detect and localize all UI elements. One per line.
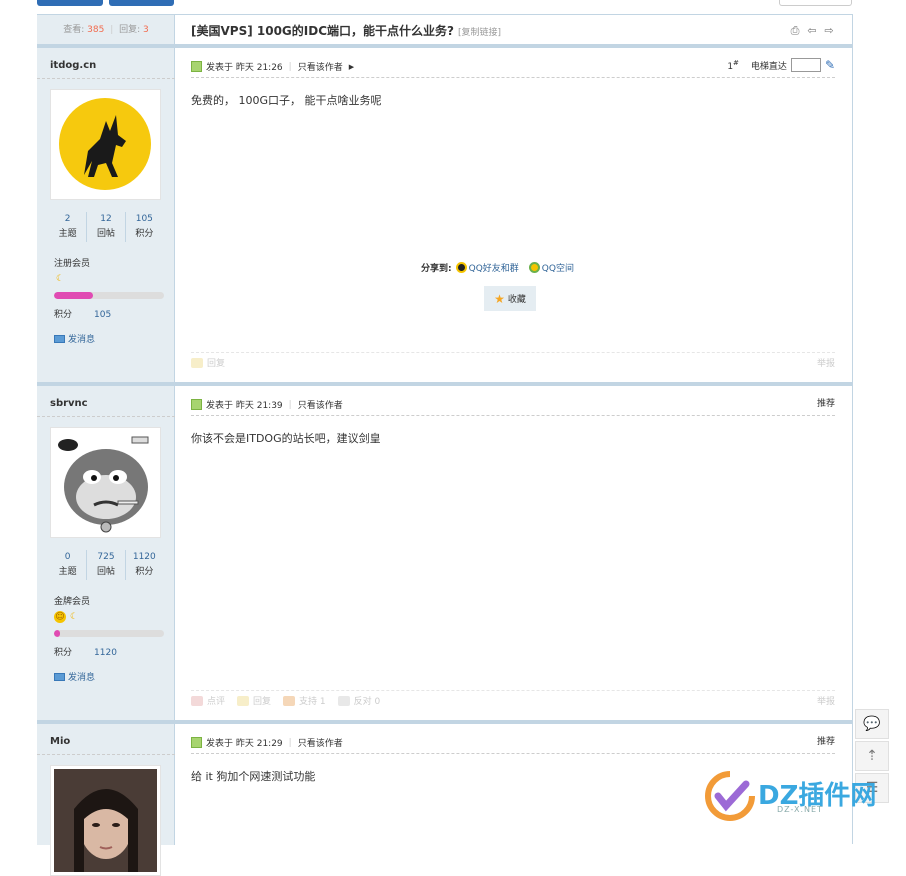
avatar[interactable] (50, 427, 161, 538)
recommend-link[interactable]: 推荐 (817, 396, 835, 409)
group-progress (54, 630, 164, 637)
send-message-link[interactable]: 发消息 (54, 332, 95, 345)
send-message-link[interactable]: 发消息 (54, 670, 95, 683)
rate-icon (191, 695, 203, 706)
report-link[interactable]: 举报 (817, 356, 835, 369)
post-meta: 发表于 昨天 21:39 | 只看该作者 推荐 (191, 396, 835, 416)
share-bar: 分享到: QQ好友和群 QQ空间 (421, 261, 574, 274)
replies-count: 3 (143, 25, 149, 35)
post-time: 发表于 昨天 21:39 (206, 401, 283, 411)
post-meta: 发表于 昨天 21:26 | 只看该作者 ▶ 1# 电梯直达 ✎ (191, 58, 835, 78)
post-author: Mio (37, 728, 175, 876)
oppose-button[interactable]: 反对 0 (337, 694, 380, 707)
post-time: 发表于 昨天 21:29 (206, 739, 283, 749)
star-icon: ★ (494, 291, 505, 306)
points: 积分 1120 (54, 648, 117, 658)
thumb-up-icon (283, 695, 296, 706)
print-icon[interactable]: ⎙ (789, 25, 801, 36)
floor-jump-input[interactable] (790, 58, 821, 72)
post-meta: 发表于 昨天 21:29 | 只看该作者 推荐 (191, 734, 835, 754)
post-message: 你该不会是ITDOG的站长吧，建议剑皇 (191, 432, 381, 445)
sun-icon: ☺ (54, 611, 66, 623)
watermark-logo: DZ插件网 DZ-X.NET (704, 767, 900, 825)
floor-number[interactable]: 1# (727, 59, 739, 72)
post-message: 免费的， 100G口子， 能干点啥业务呢 (191, 94, 382, 107)
support-button[interactable]: 支持 1 (283, 694, 326, 707)
prev-thread-icon[interactable]: ⇦ (806, 25, 818, 36)
moon-icon: ☾ (69, 612, 79, 622)
qq-icon (455, 262, 467, 273)
post-author: itdog.cn 2 主题 12 回帖 105 积分 注册会员 ☾ 积分 105 发消息 (37, 52, 175, 382)
thread-stats: 查看: 385 | 回复: 3 (63, 25, 149, 35)
user-group[interactable]: 金牌会员 (54, 594, 90, 607)
caret-right-icon[interactable]: ▶ (349, 63, 354, 71)
share-qq-link[interactable]: QQ好友和群 (455, 261, 519, 274)
favorite-button[interactable]: ★ 收藏 (484, 286, 536, 311)
rate-button[interactable]: 点评 (191, 694, 225, 707)
next-thread-icon[interactable]: ⇨ (823, 25, 835, 36)
group-progress (54, 292, 164, 299)
author-name[interactable]: Mio (50, 736, 70, 747)
avatar[interactable] (50, 89, 161, 200)
quick-reply-button[interactable]: 💬 (855, 709, 889, 739)
mail-icon (54, 672, 65, 681)
user-group[interactable]: 注册会员 (54, 256, 90, 269)
qzone-icon (528, 262, 540, 273)
recommend-link[interactable]: 推荐 (817, 734, 835, 747)
reply-icon (237, 695, 250, 706)
post-author: sbrvnc 0 主题 725 回帖 1120 积分 金牌会员 ☺ ☾ 积分 1… (37, 390, 175, 720)
views-count: 385 (87, 25, 105, 35)
post-content: 发表于 昨天 21:26 | 只看该作者 ▶ 1# 电梯直达 ✎ 免费的， 10… (191, 52, 835, 382)
thumb-down-icon (337, 695, 350, 706)
group-badge: ☺ ☾ (54, 611, 80, 623)
avatar[interactable] (50, 765, 161, 876)
arrow-up-icon: ⇡ (866, 748, 878, 764)
reply-button[interactable]: 回复 (191, 356, 225, 369)
post-content: 发表于 昨天 21:39 | 只看该作者 推荐 你该不会是ITDOG的站长吧，建… (191, 390, 835, 720)
group-badge: ☾ (54, 273, 66, 285)
only-author-link[interactable]: 只看该作者 (298, 398, 343, 411)
jump-label: 电梯直达 (750, 61, 787, 72)
reply-button[interactable]: 回复 (237, 694, 271, 707)
post-actions: 点评 回复 支持 1 反对 0 举报 (191, 690, 835, 710)
post-actions: 回复 举报 (191, 352, 835, 372)
author-name[interactable]: itdog.cn (50, 60, 96, 71)
copy-link[interactable]: [复制链接] (458, 28, 501, 38)
only-author-link[interactable]: 只看该作者 (298, 736, 343, 749)
wrench-icon[interactable]: ✎ (825, 58, 835, 72)
mail-icon (54, 334, 65, 343)
report-link[interactable]: 举报 (817, 694, 835, 707)
top-button-2[interactable] (109, 0, 174, 6)
thread-tools: ⎙ ⇦ ⇨ (789, 25, 835, 36)
only-author-link[interactable]: 只看该作者 (298, 60, 343, 73)
online-status-icon (191, 399, 202, 410)
online-status-icon (191, 61, 202, 72)
dz-logo-icon (704, 770, 756, 822)
top-bar (0, 0, 906, 14)
thread-title: [美国VPS] 100G的IDC端口，能干点什么业务? [复制链接] (191, 24, 501, 38)
author-stats: 2 主题 12 回帖 105 积分 (37, 212, 175, 242)
reply-icon (191, 357, 203, 368)
author-stats: 0 主题 725 回帖 1120 积分 (37, 550, 175, 580)
top-button-1[interactable] (37, 0, 103, 6)
share-qzone-link[interactable]: QQ空间 (528, 261, 574, 274)
online-status-icon (191, 737, 202, 748)
comment-icon: 💬 (863, 716, 881, 732)
top-button-3[interactable] (779, 0, 852, 6)
author-name[interactable]: sbrvnc (50, 398, 88, 409)
thread-header: 查看: 385 | 回复: 3 [美国VPS] 100G的IDC端口，能干点什么… (37, 15, 853, 48)
points: 积分 105 (54, 310, 112, 320)
post: sbrvnc 0 主题 725 回帖 1120 积分 金牌会员 ☺ ☾ 积分 1… (37, 390, 853, 724)
moon-icon: ☾ (55, 274, 65, 284)
post: itdog.cn 2 主题 12 回帖 105 积分 注册会员 ☾ 积分 105 发消息… (37, 52, 853, 386)
post-time: 发表于 昨天 21:26 (206, 63, 283, 73)
post-message: 给 it 狗加个网速测试功能 (191, 770, 316, 783)
